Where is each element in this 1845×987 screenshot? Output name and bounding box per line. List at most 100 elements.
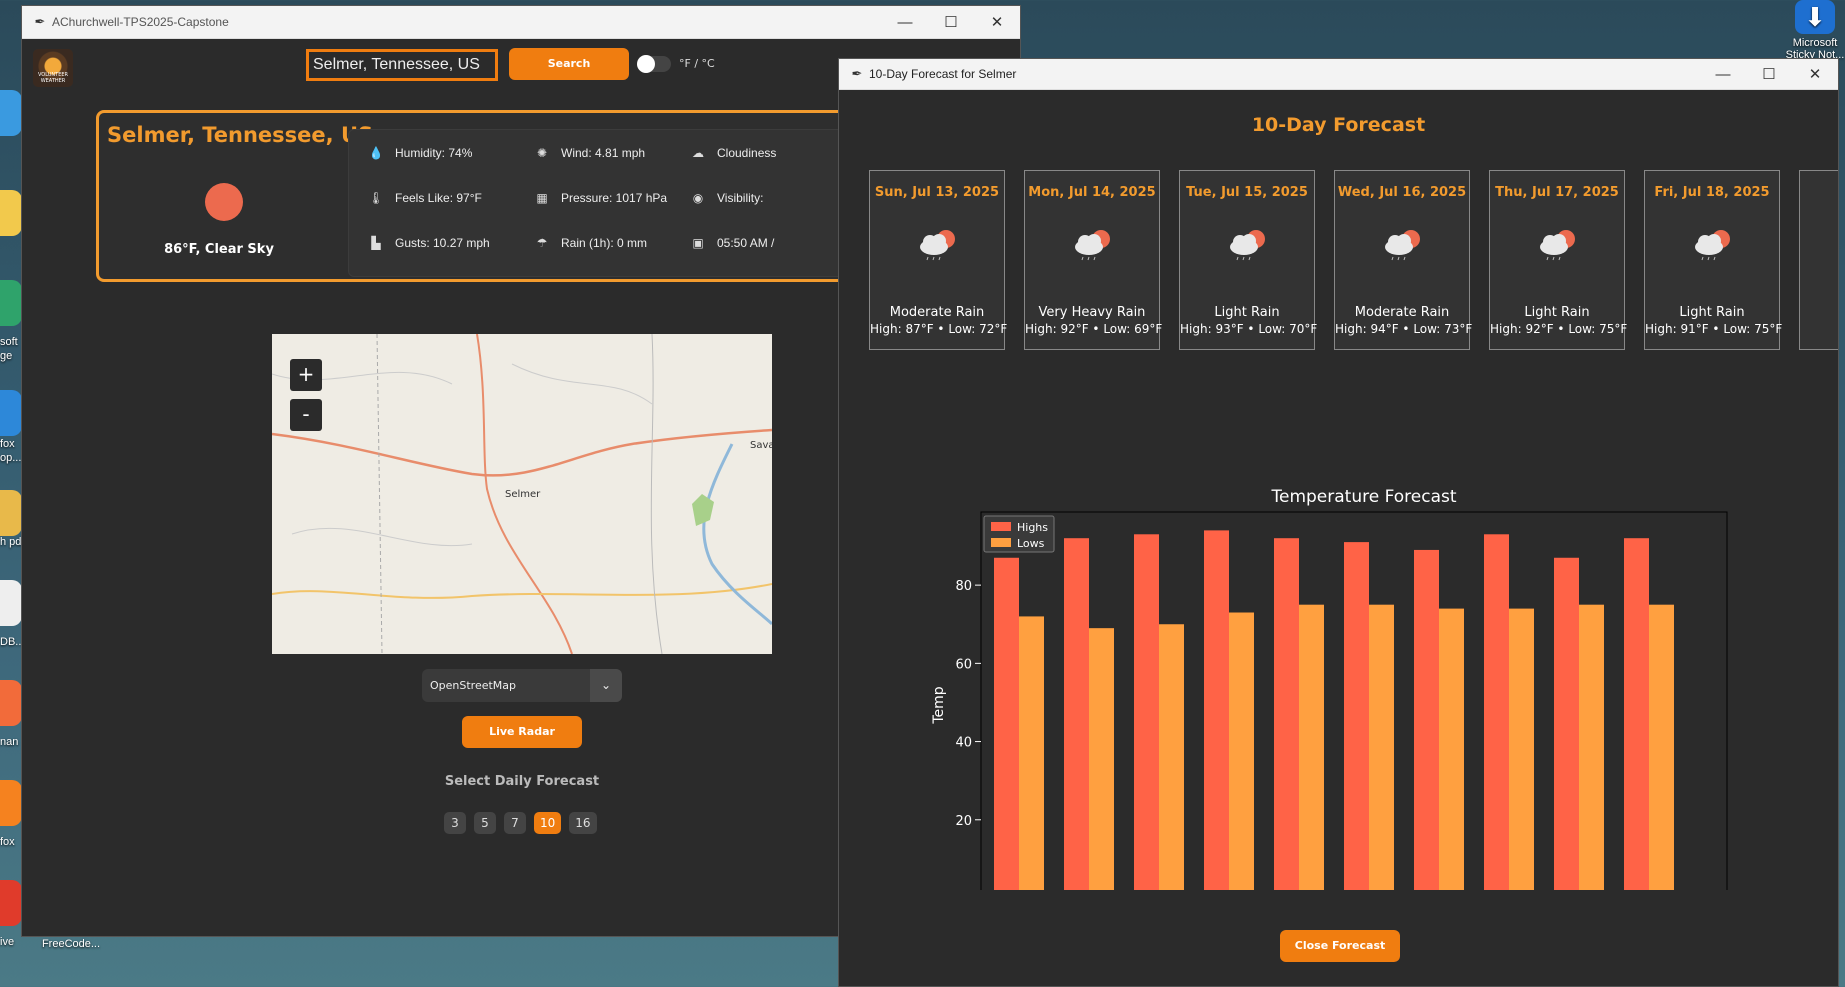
bar-lows (1649, 604, 1674, 890)
bar-highs (1484, 534, 1509, 890)
sticky-notes-desktop-icon[interactable]: ⬇ Microsoft Sticky Not... (1780, 0, 1845, 61)
desktop-label: fox (0, 836, 15, 848)
bar-highs (1204, 530, 1229, 890)
card-description: Light Rain (1679, 305, 1745, 320)
desktop-label: op... (0, 452, 22, 464)
folder-icon[interactable] (0, 190, 22, 236)
desktop-label: nan (0, 736, 19, 748)
clear-sky-icon (205, 183, 243, 221)
forecast-card: Fri, Jul 18, 2025 Light Rain High: 91°F • … (1644, 170, 1783, 350)
forecast-card: Wed, Jul 16, 2025 Moderate Rain High: 94°F… (1334, 170, 1472, 350)
pdf-icon[interactable] (0, 490, 22, 536)
cloudiness-detail: ☁ Cloudiness (689, 146, 776, 160)
freecodecamp-desktop-icon[interactable]: FreeCode... (36, 938, 106, 950)
rain-detail: ☂ Rain (1h): 0 mm (533, 236, 647, 250)
main-window-title: AChurchwell-TPS2025-Capstone (52, 15, 229, 29)
search-input[interactable] (306, 49, 498, 81)
toggle-knob (637, 55, 655, 73)
feels-like-detail: 🌡 Feels Like: 97°F (367, 191, 482, 205)
postman-icon[interactable] (0, 680, 22, 726)
wind-icon: ✺ (536, 146, 548, 160)
card-date: Fri, Jul 18, 2025 (1654, 185, 1770, 200)
rain-cloud-icon (1695, 230, 1730, 261)
y-tick-label: 40 (955, 736, 972, 751)
card-high-low: High: 93°F • Low: 70°F (1180, 322, 1318, 336)
rain-cloud-icon (1385, 230, 1420, 261)
rain-cloud-icon (920, 230, 955, 261)
bar-lows (1299, 604, 1324, 890)
map-view[interactable]: Selmer Sava + - (272, 334, 772, 654)
map-label-selmer: Selmer (505, 489, 541, 500)
legend-swatch (991, 538, 1011, 547)
thermometer-icon: 🌡 (368, 191, 384, 205)
visibility-detail: ◉ Visibility: (689, 191, 764, 205)
day-option-5[interactable]: 5 (474, 812, 496, 834)
rain-cloud-icon (1230, 230, 1265, 261)
daily-forecast-title: Select Daily Forecast (444, 774, 600, 789)
minimize-icon[interactable]: — (1700, 66, 1746, 83)
drive-icon[interactable] (0, 880, 22, 926)
mongodb-icon[interactable] (0, 580, 22, 626)
maximize-icon[interactable]: ☐ (1746, 65, 1792, 83)
day-option-16[interactable]: 16 (569, 812, 597, 834)
feels-like-text: Feels Like: 97°F (395, 191, 482, 205)
desktop-app-icon[interactable] (0, 90, 22, 136)
forecast-window: ✒ 10-Day Forecast for Selmer — ☐ ✕ 10-Da… (838, 58, 1839, 987)
maximize-icon[interactable]: ☐ (928, 13, 974, 31)
minimize-icon[interactable]: — (882, 14, 928, 31)
sun-times-text: 05:50 AM / (717, 236, 775, 250)
card-date: Thu, Jul 17, 2025 (1495, 185, 1619, 200)
day-option-3[interactable]: 3 (444, 812, 466, 834)
card-high-low: High: 91°F • Low: 75°F (1645, 322, 1783, 336)
day-option-10[interactable]: 10 (534, 812, 562, 834)
desktop-label: ive (0, 936, 15, 948)
card-description: Light Rain (1214, 305, 1280, 320)
firefox-icon[interactable] (0, 390, 22, 436)
card-high-low: High: 92°F • Low: 69°F (1025, 322, 1163, 336)
sunrise-icon: ▣ (692, 236, 704, 250)
chevron-down-icon[interactable]: ⌄ (590, 669, 622, 702)
close-forecast-button[interactable]: Close Forecast (1280, 930, 1400, 962)
feather-icon: ✒ (34, 14, 46, 29)
firefox-dev-icon[interactable] (0, 780, 22, 826)
download-icon: ⬇ (1795, 0, 1835, 34)
day-option-7[interactable]: 7 (504, 812, 526, 834)
unit-toggle[interactable] (637, 55, 671, 73)
close-icon[interactable]: ✕ (974, 13, 1020, 31)
bar-lows (1159, 624, 1184, 890)
edge-icon[interactable] (0, 280, 22, 326)
live-radar-button[interactable]: Live Radar (462, 716, 582, 748)
gusts-text: Gusts: 10.27 mph (395, 236, 490, 250)
bar-highs (1414, 549, 1439, 890)
map-label-savannah: Sava (750, 440, 772, 451)
bar-lows (1439, 608, 1464, 890)
search-button[interactable]: Search (509, 48, 629, 80)
zoom-in-button[interactable]: + (290, 359, 322, 391)
forecast-card: Tue, Jul 15, 2025 Light Rain High: 93°F • … (1179, 170, 1318, 350)
map-layer-select[interactable]: OpenStreetMap ⌄ (422, 669, 622, 702)
bar-highs (1344, 542, 1369, 890)
rain-text: Rain (1h): 0 mm (561, 236, 648, 250)
eye-icon: ◉ (692, 191, 704, 205)
bar-highs (1064, 538, 1089, 890)
bar-lows (1369, 604, 1394, 890)
cloudiness-text: Cloudiness (717, 146, 777, 160)
feather-icon: ✒ (851, 66, 863, 81)
zoom-out-button[interactable]: - (290, 399, 322, 431)
bar-lows (1229, 612, 1254, 890)
bar-lows (1089, 628, 1114, 890)
droplet-icon: 💧 (368, 146, 384, 160)
main-titlebar[interactable]: ✒ AChurchwell-TPS2025-Capstone — ☐ ✕ (22, 6, 1020, 39)
unit-toggle-label: °F / °C (679, 57, 715, 70)
app-logo: VOLUNTEER WEATHER (33, 49, 73, 87)
gusts-detail: ▙ Gusts: 10.27 mph (367, 236, 490, 250)
y-tick-label: 20 (955, 814, 972, 829)
bar-highs (1274, 538, 1299, 890)
gauge-icon: ▦ (536, 191, 548, 205)
legend-label: Lows (1017, 537, 1045, 550)
forecast-titlebar[interactable]: ✒ 10-Day Forecast for Selmer — ☐ ✕ (839, 59, 1838, 90)
sun-times-detail: ▣ 05:50 AM / (689, 236, 774, 250)
legend-swatch (991, 522, 1011, 531)
close-icon[interactable]: ✕ (1792, 65, 1838, 83)
map-layer-value: OpenStreetMap (430, 679, 517, 692)
